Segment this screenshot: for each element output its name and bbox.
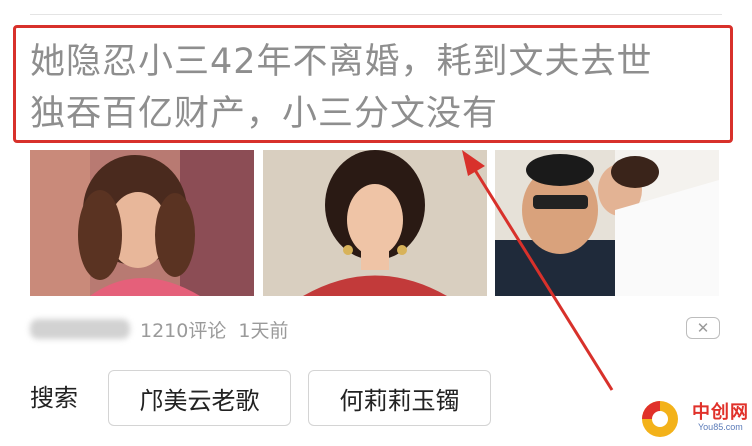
article-thumbnail-2[interactable] bbox=[263, 150, 487, 296]
close-icon: ✕ bbox=[696, 319, 710, 337]
watermark-text: 中创网 bbox=[692, 402, 749, 423]
article-thumbnail-1[interactable] bbox=[30, 150, 254, 296]
search-suggestion-2-label: 何莉莉玉镯 bbox=[339, 386, 460, 415]
search-suggestion-2[interactable]: 何莉莉玉镯 bbox=[308, 370, 491, 426]
thumbnail-image-1 bbox=[30, 150, 254, 296]
dismiss-button[interactable]: ✕ bbox=[686, 317, 720, 339]
headline-line-1: 她隐忍小三42年不离婚，耗到文夫去世 bbox=[30, 42, 653, 82]
article-meta: 1210评论 1天前 bbox=[30, 315, 300, 343]
watermark-logo-icon bbox=[642, 401, 678, 437]
top-divider bbox=[30, 14, 722, 15]
watermark: 中创网 You85.com bbox=[626, 396, 750, 442]
search-label: 搜索 bbox=[30, 384, 78, 412]
article-thumbnail-3[interactable] bbox=[495, 150, 719, 296]
headline-line-2: 独吞百亿财产，小三分文没有 bbox=[30, 94, 499, 134]
search-suggestion-1[interactable]: 邝美云老歌 bbox=[108, 370, 291, 426]
search-suggestion-1-label: 邝美云老歌 bbox=[139, 386, 260, 415]
comment-count: 1210评论 bbox=[140, 319, 227, 342]
thumbnail-image-3 bbox=[495, 150, 719, 296]
article-headline[interactable]: 她隐忍小三42年不离婚，耗到文夫去世 独吞百亿财产，小三分文没有 bbox=[30, 36, 720, 140]
source-name-blurred bbox=[30, 319, 130, 339]
watermark-subtext: You85.com bbox=[698, 422, 743, 432]
thumbnail-image-2 bbox=[263, 150, 487, 296]
publish-time: 1天前 bbox=[238, 319, 289, 342]
